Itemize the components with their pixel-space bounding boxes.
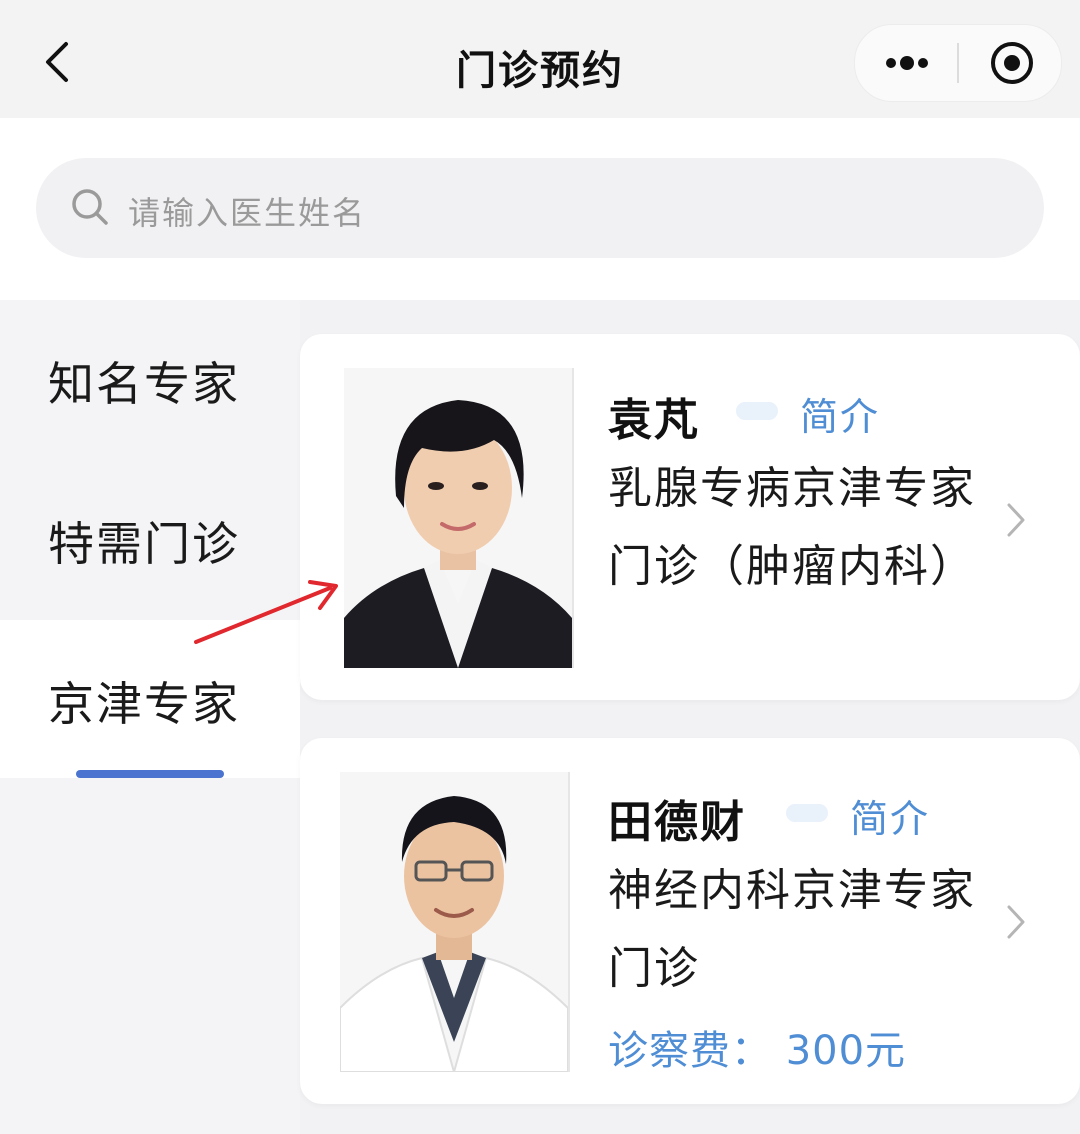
search-section: 请输入医生姓名	[0, 118, 1080, 300]
sidebar-item-label: 知名专家	[48, 357, 240, 411]
department-name: 乳腺专病京津专家门诊（肿瘤内科）	[608, 463, 976, 592]
doctor-photo	[344, 368, 572, 668]
doctor-photo	[340, 772, 568, 1072]
search-icon	[72, 189, 108, 225]
chevron-right-icon[interactable]	[1004, 500, 1028, 540]
active-tab-indicator	[76, 770, 224, 778]
female-doctor-portrait	[344, 368, 572, 668]
intro-link[interactable]: 简介	[850, 788, 930, 843]
photo-divider	[572, 368, 574, 668]
male-doctor-portrait	[340, 772, 568, 1072]
top-nav-bar: 门诊预约	[0, 0, 1080, 118]
sidebar-item-famous-experts[interactable]: 知名专家	[0, 300, 300, 458]
doctor-name: 田德财	[608, 797, 746, 848]
mini-program-capsule	[854, 24, 1062, 102]
more-dots-icon[interactable]	[883, 49, 931, 77]
doctor-list: 袁芃 简介 乳腺专病京津专家门诊（肿瘤内科） 田德财 简介 神经内科京津专家门诊…	[300, 300, 1080, 1134]
sidebar-item-label: 特需门诊	[48, 517, 240, 571]
search-placeholder: 请输入医生姓名	[128, 194, 367, 232]
doctor-card[interactable]: 袁芃 简介 乳腺专病京津专家门诊（肿瘤内科）	[300, 334, 1080, 700]
search-input[interactable]: 请输入医生姓名	[36, 158, 1044, 258]
photo-divider	[568, 772, 570, 1072]
doctor-card[interactable]: 田德财 简介 神经内科京津专家门诊 诊察费： 300元	[300, 738, 1080, 1104]
sidebar-item-beijing-tianjin-experts[interactable]: 京津专家	[0, 620, 300, 778]
department-name: 神经内科京津专家门诊	[608, 865, 976, 994]
doctor-name: 袁芃	[608, 395, 700, 446]
sidebar-item-label: 京津专家	[48, 677, 240, 731]
category-sidebar: 知名专家 特需门诊 京津专家	[0, 300, 300, 1134]
sidebar-item-special-clinic[interactable]: 特需门诊	[0, 460, 300, 618]
badge-pill	[736, 402, 778, 420]
intro-link[interactable]: 简介	[800, 386, 880, 441]
target-icon[interactable]	[989, 40, 1035, 86]
consultation-fee: 诊察费： 300元	[608, 1028, 907, 1074]
badge-pill	[786, 804, 828, 822]
chevron-right-icon[interactable]	[1004, 902, 1028, 942]
capsule-divider	[957, 43, 959, 83]
